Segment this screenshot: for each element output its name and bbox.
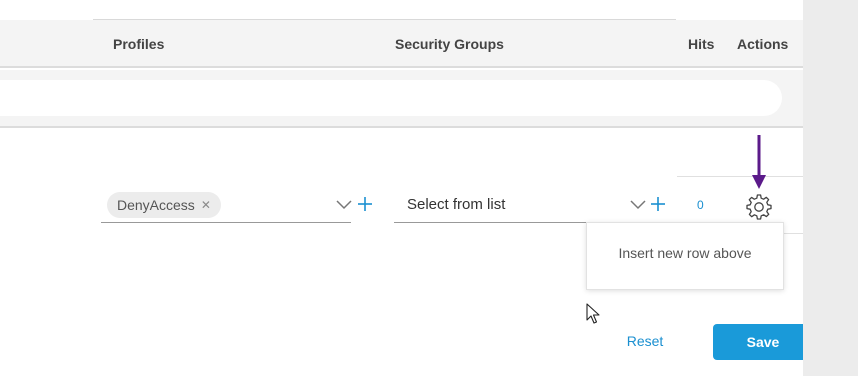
arrow-down-icon [752,135,766,189]
page-background-strip [803,0,858,376]
column-header-hits[interactable]: Hits [688,36,714,52]
remove-icon[interactable]: ✕ [201,198,211,212]
save-button[interactable]: Save [713,324,813,360]
security-groups-select[interactable]: Select from list [394,188,649,223]
profile-chip-label: DenyAccess [117,197,195,213]
gear-menu: Insert new row above [586,222,784,290]
chevron-down-icon[interactable] [336,198,352,210]
plus-icon[interactable] [650,196,666,212]
column-header-security-groups[interactable]: Security Groups [395,36,504,52]
filter-input[interactable] [0,80,782,116]
filter-row [0,70,803,128]
column-header-profiles[interactable]: Profiles [113,36,164,52]
column-header-actions: Actions [737,36,789,52]
security-groups-value: Select from list [407,196,506,213]
table-header: Profiles Security Groups Hits Actions [0,20,803,68]
row-divider [782,233,803,234]
profile-chip: DenyAccess ✕ [107,192,221,218]
insert-row-above-item[interactable]: Insert new row above [587,245,783,261]
gear-icon[interactable] [745,193,773,221]
profiles-select[interactable]: DenyAccess ✕ [101,188,352,223]
chevron-down-icon[interactable] [630,198,646,210]
row-divider [677,176,803,177]
reset-button[interactable]: Reset [612,333,678,353]
hits-count: 0 [697,198,704,212]
plus-icon[interactable] [357,196,373,212]
clipped-header-text: ~ ~ ~ [120,0,170,6]
policy-panel: ~ ~ ~ Profiles Security Groups Hits Acti… [0,0,813,376]
mouse-cursor-icon [586,303,600,324]
